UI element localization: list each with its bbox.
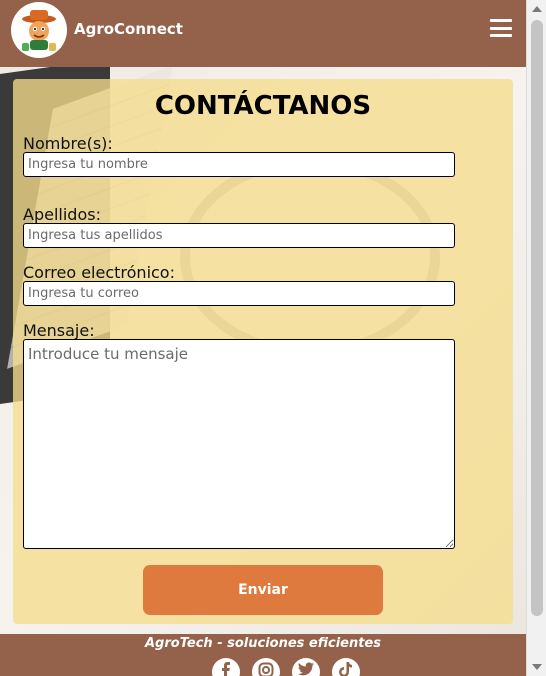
- facebook-icon[interactable]: [212, 658, 240, 676]
- form-title: CONTÁCTANOS: [154, 91, 372, 121]
- tiktok-icon[interactable]: [332, 658, 360, 676]
- vertical-scrollbar[interactable]: [526, 0, 546, 676]
- page-footer: AgroTech - soluciones eficientes: [0, 634, 526, 676]
- mensaje-textarea[interactable]: [23, 339, 455, 549]
- twitter-icon[interactable]: [292, 658, 320, 676]
- top-header: AgroConnect: [0, 0, 526, 67]
- contact-form-card: CONTÁCTANOS Nombre(s): Apellidos: Correo…: [13, 79, 513, 624]
- social-links: [212, 658, 360, 676]
- apellidos-label: Apellidos:: [23, 205, 101, 224]
- instagram-icon[interactable]: [252, 658, 280, 676]
- enviar-button[interactable]: Enviar: [143, 565, 383, 615]
- correo-input[interactable]: [23, 281, 455, 306]
- scroll-down-arrow-icon[interactable]: [532, 664, 542, 670]
- correo-label: Correo electrónico:: [23, 263, 175, 282]
- scrollbar-thumb[interactable]: [531, 20, 543, 616]
- footer-tagline: AgroTech - soluciones eficientes: [145, 636, 381, 651]
- nombre-input[interactable]: [23, 152, 455, 177]
- scroll-up-arrow-icon[interactable]: [532, 6, 542, 12]
- brand-name[interactable]: AgroConnect: [74, 20, 183, 38]
- farmer-mascot-icon[interactable]: [11, 2, 67, 58]
- apellidos-input[interactable]: [23, 223, 455, 248]
- hamburger-menu-icon[interactable]: [490, 19, 512, 37]
- nombre-label: Nombre(s):: [23, 134, 113, 153]
- mensaje-label: Mensaje:: [23, 321, 95, 340]
